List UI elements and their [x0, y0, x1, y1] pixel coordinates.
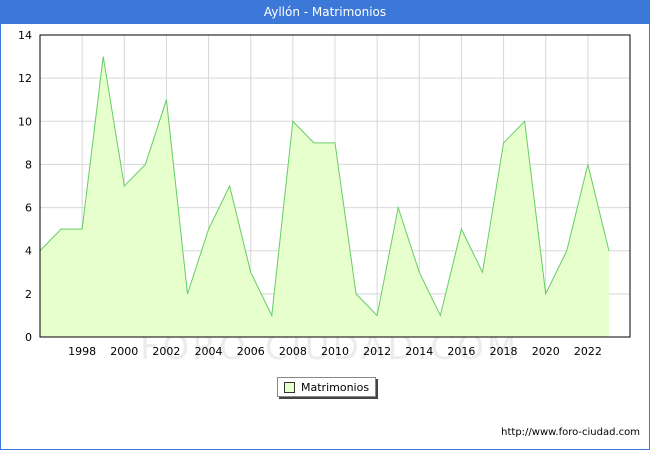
y-axis: 0 2 4 6 8 10 12 14: [18, 29, 32, 344]
x-tick-label: 2012: [363, 345, 391, 358]
x-tick-label: 2000: [110, 345, 138, 358]
x-tick-label: 2014: [405, 345, 433, 358]
x-tick-label: 2018: [490, 345, 518, 358]
x-tick-label: 2010: [321, 345, 349, 358]
legend: Matrimonios: [277, 377, 376, 397]
x-tick-label: 1998: [68, 345, 96, 358]
x-tick-label: 2008: [279, 345, 307, 358]
y-tick-label: 8: [25, 158, 32, 171]
y-tick-label: 6: [25, 202, 32, 215]
x-tick-label: 2006: [237, 345, 265, 358]
x-tick-label: 2016: [447, 345, 475, 358]
y-tick-label: 14: [18, 29, 32, 42]
legend-label: Matrimonios: [301, 380, 370, 394]
y-tick-label: 12: [18, 72, 32, 85]
source-url: http://www.foro-ciudad.com: [501, 427, 640, 438]
series-area: [39, 56, 610, 337]
x-axis: 1998 2000 2002 2004 2006 2008 2010 2012 2014 2016…: [68, 345, 602, 358]
x-tick-label: 2022: [574, 345, 602, 358]
y-tick-label: 0: [25, 331, 32, 344]
legend-swatch: [284, 381, 295, 393]
x-tick-label: 2020: [532, 345, 560, 358]
y-tick-label: 4: [25, 245, 32, 258]
x-tick-label: 2004: [195, 345, 223, 358]
x-tick-label: 2002: [152, 345, 180, 358]
series-area-fill: [40, 56, 609, 337]
y-tick-label: 10: [18, 115, 32, 128]
y-tick-label: 2: [25, 288, 32, 301]
